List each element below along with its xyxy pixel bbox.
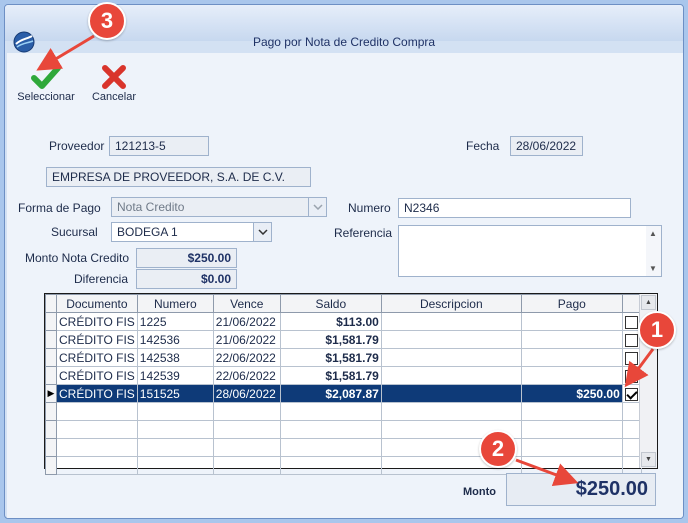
cell-saldo[interactable]: $2,087.87 [279,384,382,403]
row-checkbox[interactable] [625,351,639,365]
forma-pago-select[interactable]: Nota Credito [111,197,327,217]
empresa-field: EMPRESA DE PROVEEDOR, S.A. DE C.V. [46,167,311,187]
row-indicator [45,366,57,385]
diferencia-label: Diferencia [74,272,129,286]
grid-header-row: Documento Numero Vence Saldo Descripcion… [45,294,642,313]
documents-grid[interactable]: Documento Numero Vence Saldo Descripcion… [44,293,658,475]
cell-numero[interactable]: 142536 [136,330,214,349]
cell-pago[interactable] [520,330,623,349]
cell-numero[interactable]: 1225 [136,312,214,331]
proveedor-field[interactable]: 121213-5 [109,136,209,156]
empty-row [45,420,642,439]
table-row-selected[interactable]: ▶ CRÉDITO FIS 151525 28/06/2022 $2,087.8… [45,384,642,403]
cell-pago[interactable] [520,312,623,331]
sucursal-select[interactable]: BODEGA 1 [111,222,272,242]
numero-label: Numero [348,201,391,215]
cell-descripcion[interactable] [380,384,522,403]
row-indicator [45,330,57,349]
referencia-scrollbar[interactable]: ▲ ▼ [646,226,661,276]
chevron-down-icon[interactable] [308,198,326,216]
monto-nota-field: $250.00 [136,248,237,268]
documents-table: Documento Numero Vence Saldo Descripcion… [45,294,642,475]
scroll-up-icon[interactable]: ▲ [649,229,657,238]
cell-saldo[interactable]: $1,581.79 [279,330,382,349]
scroll-up-icon[interactable]: ▲ [641,295,656,310]
red-x-icon [102,65,126,89]
monto-label: Monto [463,486,496,498]
cell-documento[interactable]: CRÉDITO FIS [56,384,138,403]
empty-row [45,402,642,421]
row-checkbox-checked[interactable] [625,387,639,401]
sucursal-value: BODEGA 1 [117,225,178,239]
proveedor-label: Proveedor [49,139,105,153]
cell-vence[interactable]: 28/06/2022 [212,384,281,403]
forma-pago-label: Forma de Pago [18,201,101,215]
table-row[interactable]: CRÉDITO FIS 1225 21/06/2022 $113.00 [45,312,642,331]
row-checkbox[interactable] [625,369,639,383]
cell-vence[interactable]: 21/06/2022 [212,330,281,349]
cell-saldo[interactable]: $113.00 [279,312,382,331]
table-row[interactable]: CRÉDITO FIS 142538 22/06/2022 $1,581.79 [45,348,642,367]
cancel-button[interactable]: Cancelar [87,63,141,103]
forma-pago-value: Nota Credito [117,200,185,214]
scroll-down-icon[interactable]: ▼ [649,264,657,273]
fecha-label: Fecha [466,139,500,153]
column-header-documento[interactable]: Documento [56,294,138,313]
column-header-saldo[interactable]: Saldo [279,294,382,313]
cell-saldo[interactable]: $1,581.79 [279,348,382,367]
cell-saldo[interactable]: $1,581.79 [279,366,382,385]
cell-descripcion[interactable] [380,348,522,367]
empty-row [45,456,642,475]
cell-pago[interactable]: $250.00 [520,384,623,403]
referencia-label: Referencia [334,226,393,240]
chevron-down-icon[interactable] [253,223,271,241]
empty-row [45,438,642,457]
cell-pago[interactable] [520,348,623,367]
row-indicator [45,312,57,331]
column-header-vence[interactable]: Vence [212,294,281,313]
row-checkbox[interactable] [625,315,639,329]
form-panel: Seleccionar Cancelar Proveedor 121213-5 … [7,53,683,518]
sucursal-label: Sucursal [51,225,98,239]
monto-nota-label: Monto Nota Credito [25,251,130,265]
app-window: Pago por Nota de Credito Compra Seleccio… [4,4,684,519]
cell-numero[interactable]: 151525 [136,384,214,403]
row-checkbox[interactable] [625,333,639,347]
numero-field[interactable]: N2346 [398,198,631,218]
cell-numero[interactable]: 142539 [136,366,214,385]
scroll-down-icon[interactable]: ▼ [641,452,656,467]
cell-descripcion[interactable] [380,312,522,331]
row-indicator-header [45,294,57,313]
cell-vence[interactable]: 22/06/2022 [212,348,281,367]
annotation-badge-3: 3 [88,2,126,40]
cancel-label: Cancelar [91,91,137,103]
row-indicator [45,348,57,367]
cell-vence[interactable]: 21/06/2022 [212,312,281,331]
cell-descripcion[interactable] [380,366,522,385]
diferencia-field: $0.00 [136,269,237,289]
grid-body: CRÉDITO FIS 1225 21/06/2022 $113.00 CRÉD… [45,312,642,475]
cell-documento[interactable]: CRÉDITO FIS [56,330,138,349]
fecha-field[interactable]: 28/06/2022 [510,136,583,156]
annotation-badge-2: 2 [479,430,517,468]
cell-documento[interactable]: CRÉDITO FIS [56,348,138,367]
table-row[interactable]: CRÉDITO FIS 142536 21/06/2022 $1,581.79 [45,330,642,349]
checkmark-icon [31,65,61,89]
current-row-pointer-icon: ▶ [45,384,57,403]
column-header-descripcion[interactable]: Descripcion [380,294,522,313]
referencia-textarea[interactable]: ▲ ▼ [398,225,662,277]
select-label: Seleccionar [17,91,75,103]
column-header-pago[interactable]: Pago [520,294,623,313]
cell-documento[interactable]: CRÉDITO FIS [56,366,138,385]
cell-descripcion[interactable] [380,330,522,349]
cell-documento[interactable]: CRÉDITO FIS [56,312,138,331]
cell-vence[interactable]: 22/06/2022 [212,366,281,385]
column-header-numero[interactable]: Numero [136,294,214,313]
cell-pago[interactable] [520,366,623,385]
select-button[interactable]: Seleccionar [15,63,77,103]
annotation-badge-1: 1 [638,311,676,349]
monto-total-field: $250.00 [506,473,656,506]
cell-numero[interactable]: 142538 [136,348,214,367]
table-row[interactable]: CRÉDITO FIS 142539 22/06/2022 $1,581.79 [45,366,642,385]
